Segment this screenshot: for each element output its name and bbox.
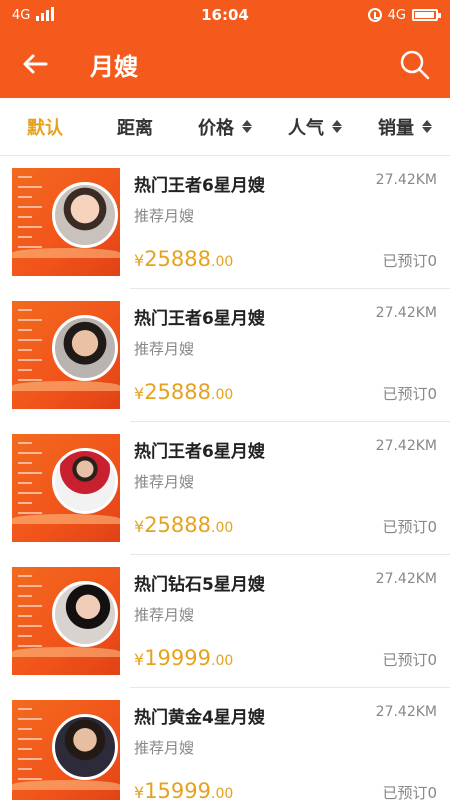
listing-thumbnail [12, 700, 120, 800]
battery-level [415, 12, 434, 18]
avatar [52, 315, 118, 381]
status-left: 4G [12, 7, 55, 23]
page-title: 月嫂 [90, 52, 138, 81]
sort-tab-label: 价格 [198, 117, 234, 139]
listing-thumbnail [12, 434, 120, 542]
listing-thumbnail [12, 168, 120, 276]
network-label-left: 4G [12, 7, 31, 23]
listing-booked-count: 已预订0 [382, 518, 437, 536]
sort-tab-sales[interactable]: 销量 [360, 114, 450, 140]
listing-subtitle: 推荐月嫂 [134, 473, 195, 491]
sort-tab-price[interactable]: 价格 [180, 114, 270, 140]
listing-distance: 27.42KM [375, 704, 437, 720]
listing-price: ¥19999.00 [134, 646, 233, 670]
price-integer: 19999 [144, 646, 211, 670]
price-currency: ¥ [134, 517, 145, 536]
list-item[interactable]: 热门王者6星月嫂 推荐月嫂 27.42KM ¥25888.00 已预订0 [0, 422, 450, 555]
search-button[interactable] [398, 48, 432, 82]
listing-info: 热门钻石5星月嫂 推荐月嫂 27.42KM ¥19999.00 已预订0 [120, 567, 450, 688]
price-integer: 25888 [144, 513, 211, 537]
avatar [52, 714, 118, 780]
price-decimal: .00 [211, 520, 234, 536]
price-currency: ¥ [134, 251, 145, 270]
avatar [52, 448, 118, 514]
price-integer: 15999 [144, 779, 211, 800]
listing-distance: 27.42KM [375, 305, 437, 321]
sort-tab-label: 人气 [288, 117, 324, 139]
listing-subtitle: 推荐月嫂 [134, 739, 195, 757]
signal-icon [36, 7, 55, 21]
listing-booked-count: 已预订0 [382, 385, 437, 403]
listing-distance: 27.42KM [375, 571, 437, 587]
listing-distance: 27.42KM [375, 172, 437, 188]
listing-booked-count: 已预订0 [382, 252, 437, 270]
listing-list: 热门王者6星月嫂 推荐月嫂 27.42KM ¥25888.00 已预订0 热门王… [0, 156, 450, 800]
listing-info: 热门王者6星月嫂 推荐月嫂 27.42KM ¥25888.00 已预订0 [120, 434, 450, 555]
status-bar: 4G 16:04 4G [0, 0, 450, 30]
sort-tab-label: 距离 [117, 117, 153, 139]
arrow-left-icon [23, 54, 48, 74]
price-currency: ¥ [134, 650, 145, 669]
sort-tab-popularity[interactable]: 人气 [270, 114, 360, 140]
listing-price: ¥25888.00 [134, 380, 233, 404]
listing-thumbnail [12, 301, 120, 409]
listing-subtitle: 推荐月嫂 [134, 340, 195, 358]
battery-icon [412, 9, 441, 21]
price-currency: ¥ [134, 384, 145, 403]
back-button[interactable] [0, 30, 70, 98]
listing-booked-count: 已预订0 [382, 651, 437, 669]
listing-distance: 27.42KM [375, 438, 437, 454]
price-decimal: .00 [211, 653, 234, 669]
list-item[interactable]: 热门钻石5星月嫂 推荐月嫂 27.42KM ¥19999.00 已预订0 [0, 555, 450, 688]
sort-arrow-icon [422, 120, 432, 133]
sort-arrow-icon [242, 120, 252, 133]
avatar [52, 182, 118, 248]
listing-price: ¥25888.00 [134, 247, 233, 271]
price-integer: 25888 [144, 380, 211, 404]
listing-price: ¥15999.00 [134, 779, 233, 800]
alarm-icon [367, 8, 382, 22]
price-decimal: .00 [211, 786, 234, 800]
price-integer: 25888 [144, 247, 211, 271]
listing-price: ¥25888.00 [134, 513, 233, 537]
avatar [52, 581, 118, 647]
list-item[interactable]: 热门王者6星月嫂 推荐月嫂 27.42KM ¥25888.00 已预订0 [0, 156, 450, 289]
sort-tab-default[interactable]: 默认 [0, 114, 90, 140]
status-right: 4G [367, 7, 441, 23]
listing-subtitle: 推荐月嫂 [134, 207, 195, 225]
app-bar: 月嫂 [0, 30, 450, 98]
search-icon [400, 50, 430, 80]
price-decimal: .00 [211, 254, 234, 270]
sort-tab-label: 默认 [27, 117, 63, 139]
price-currency: ¥ [134, 783, 145, 800]
listing-info: 热门黄金4星月嫂 推荐月嫂 27.42KM ¥15999.00 已预订0 [120, 700, 450, 800]
listing-info: 热门王者6星月嫂 推荐月嫂 27.42KM ¥25888.00 已预订0 [120, 168, 450, 289]
listing-subtitle: 推荐月嫂 [134, 606, 195, 624]
sort-tab-label: 销量 [378, 117, 414, 139]
price-decimal: .00 [211, 387, 234, 403]
listing-thumbnail [12, 567, 120, 675]
sort-tab-distance[interactable]: 距离 [90, 114, 180, 140]
sort-bar: 默认 距离 价格 人气 销量 [0, 98, 450, 156]
listing-booked-count: 已预订0 [382, 784, 437, 800]
list-item[interactable]: 热门黄金4星月嫂 推荐月嫂 27.42KM ¥15999.00 已预订0 [0, 688, 450, 800]
network-label-right: 4G [387, 7, 406, 23]
sort-arrow-icon [332, 120, 342, 133]
listing-info: 热门王者6星月嫂 推荐月嫂 27.42KM ¥25888.00 已预订0 [120, 301, 450, 422]
list-item[interactable]: 热门王者6星月嫂 推荐月嫂 27.42KM ¥25888.00 已预订0 [0, 289, 450, 422]
